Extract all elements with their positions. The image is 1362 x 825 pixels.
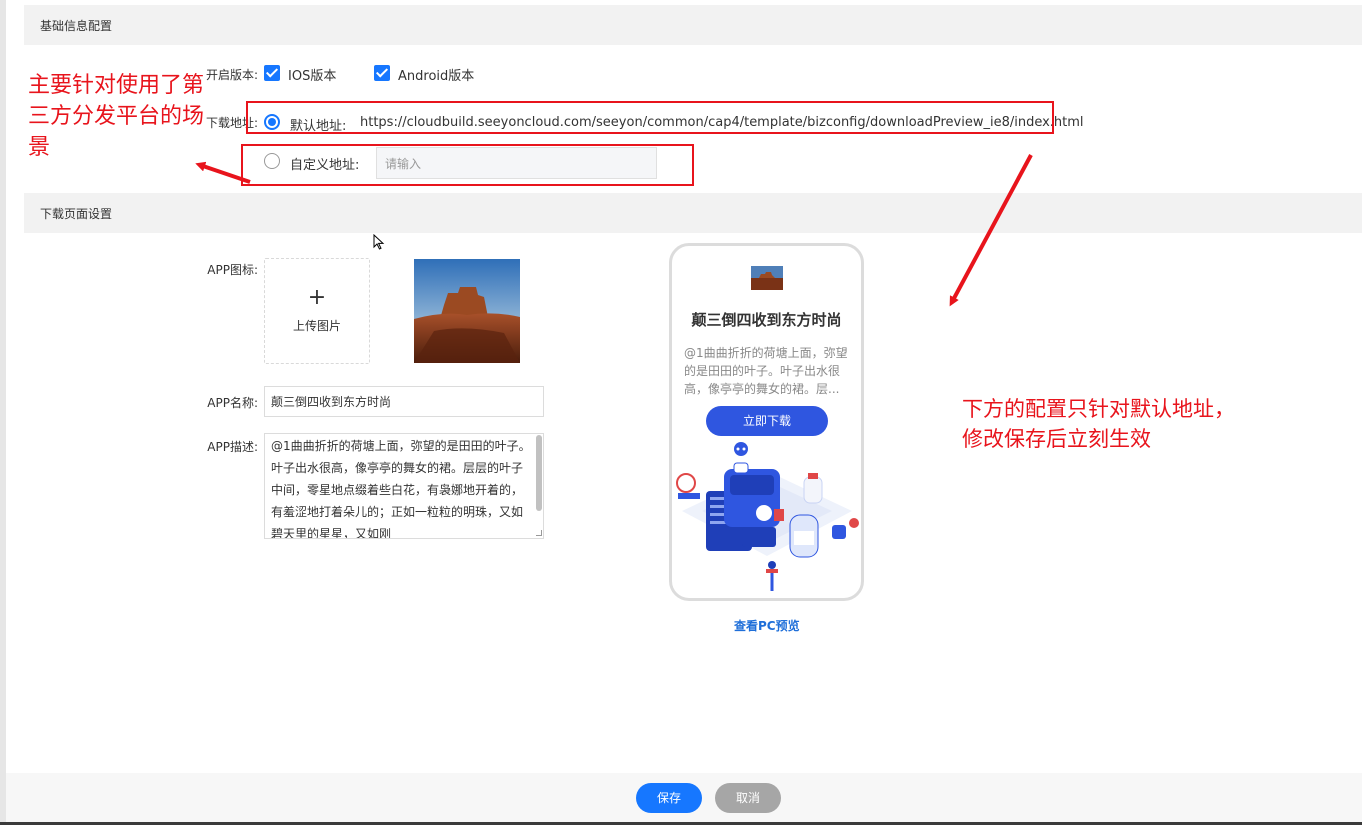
arrow-left xyxy=(195,161,251,184)
save-button[interactable]: 保存 xyxy=(636,783,702,813)
cancel-button[interactable]: 取消 xyxy=(715,783,781,813)
annotation-arrows xyxy=(195,154,1033,307)
arrow-right xyxy=(949,154,1033,307)
